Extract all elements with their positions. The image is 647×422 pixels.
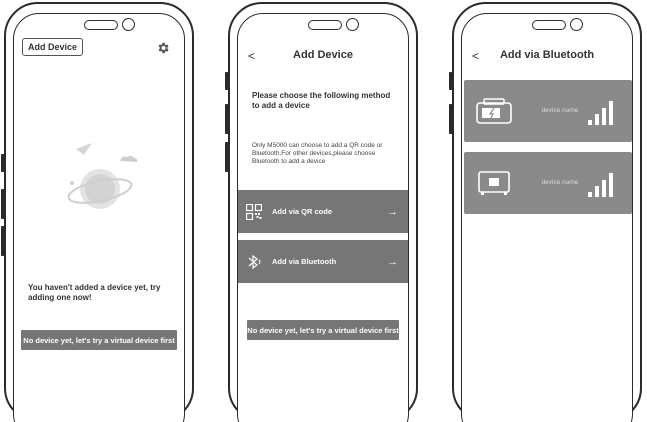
phone-frame-3: < Add via Bluetooth device name device n… xyxy=(449,2,642,422)
camera-notch xyxy=(346,18,359,31)
arrow-right-icon: → xyxy=(387,205,398,218)
speaker-notch xyxy=(532,20,566,30)
empty-planet-illustration xyxy=(67,143,138,209)
add-device-button[interactable]: Add Device xyxy=(22,38,84,56)
phone-frame-2: < Add Device Please choose the following… xyxy=(225,2,418,422)
screen-add-via-bluetooth: < Add via Bluetooth device name device n… xyxy=(461,13,633,422)
add-via-bluetooth-button[interactable]: Add via Bluetooth → xyxy=(238,240,408,283)
speaker-notch xyxy=(308,20,342,30)
method-label: Add via Bluetooth xyxy=(272,257,337,266)
camera-notch xyxy=(570,18,583,31)
page-title: Add Device xyxy=(293,49,353,61)
virtual-device-button[interactable]: No device yet, let's try a virtual devic… xyxy=(21,330,177,350)
phone-frame-1: Add Device You haven't added a device ye… xyxy=(1,2,194,422)
virtual-device-button[interactable]: No device yet, let's try a virtual devic… xyxy=(247,320,399,340)
empty-state-message: You haven't added a device yet, try addi… xyxy=(28,283,161,302)
side-button xyxy=(1,226,5,256)
device-name: device name xyxy=(541,107,579,114)
arrow-right-icon: → xyxy=(387,255,398,268)
screen-add-device: < Add Device Please choose the following… xyxy=(237,13,409,422)
device-card[interactable]: device name xyxy=(464,152,632,214)
add-via-qr-button[interactable]: Add via QR code → xyxy=(238,190,408,233)
signal-strength-icon xyxy=(588,173,613,197)
side-button xyxy=(225,142,229,172)
side-button xyxy=(225,104,229,134)
speaker-notch xyxy=(84,20,118,30)
method-note: Only M5000 can choose to add a QR code o… xyxy=(252,142,383,165)
side-button xyxy=(1,154,5,172)
side-button xyxy=(449,104,453,134)
bluetooth-icon xyxy=(248,254,261,269)
signal-strength-icon xyxy=(588,101,613,125)
power-unit-icon xyxy=(478,171,510,195)
side-button xyxy=(1,189,5,219)
camera-notch xyxy=(122,18,135,31)
page-title: Add via Bluetooth xyxy=(499,49,595,61)
method-heading: Please choose the following method to ad… xyxy=(252,91,391,110)
method-label: Add via QR code xyxy=(272,207,333,216)
side-button xyxy=(449,72,453,90)
side-button xyxy=(225,72,229,90)
gear-icon[interactable] xyxy=(156,41,170,55)
device-name: device name xyxy=(541,179,579,186)
portable-power-station-icon xyxy=(476,98,512,124)
qr-code-icon xyxy=(246,203,262,220)
device-card[interactable]: device name xyxy=(464,80,632,142)
screen-empty-devices: Add Device You haven't added a device ye… xyxy=(13,13,185,422)
